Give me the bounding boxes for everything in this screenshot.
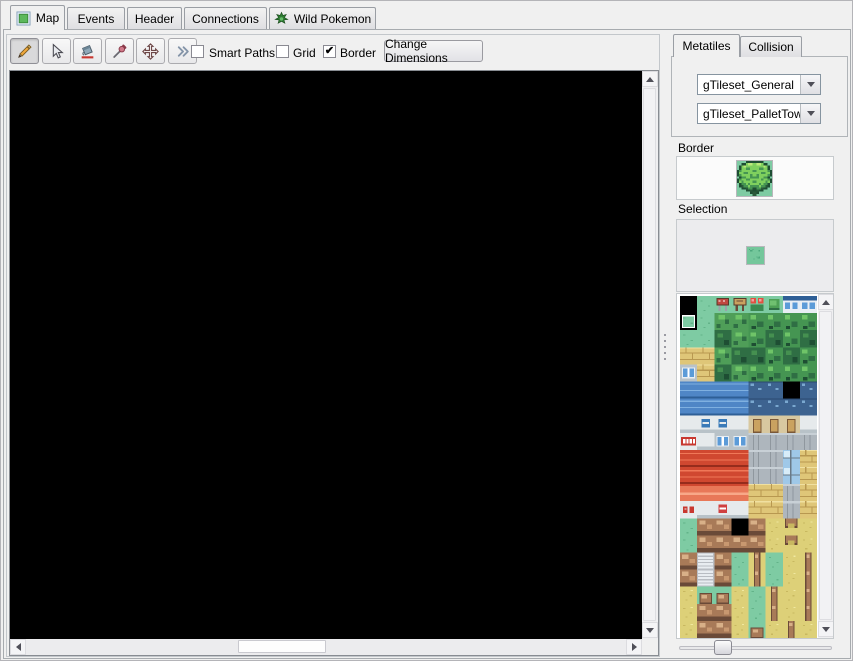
scroll-right-icon bbox=[632, 643, 637, 651]
tileset-scroll-down-button[interactable] bbox=[818, 621, 834, 637]
tileset-canvas[interactable] bbox=[680, 296, 817, 638]
pencil-tool-button[interactable] bbox=[10, 38, 39, 64]
selection-section-label: Selection bbox=[678, 202, 727, 216]
pointer-icon bbox=[48, 43, 65, 60]
border-checkbox[interactable]: ✔ bbox=[323, 45, 336, 58]
tileset-scroll-thumb[interactable] bbox=[819, 311, 832, 620]
scrollbar-corner bbox=[642, 639, 658, 655]
map-vertical-scrollbar[interactable] bbox=[642, 71, 658, 639]
chevron-down-icon bbox=[807, 111, 815, 116]
map-canvas[interactable] bbox=[10, 71, 642, 639]
smart-paths-checkbox[interactable] bbox=[191, 45, 204, 58]
tileset-scrollbar[interactable] bbox=[818, 294, 834, 638]
map-scroll-left-button[interactable] bbox=[10, 639, 26, 655]
eyedropper-tool-button[interactable] bbox=[105, 38, 134, 64]
border-preview-frame bbox=[676, 156, 834, 200]
tab-header-label: Header bbox=[135, 12, 174, 26]
dropdown-arrow-button[interactable] bbox=[800, 104, 820, 123]
primary-tileset-value: gTileset_General bbox=[698, 78, 800, 92]
move-icon bbox=[142, 43, 159, 60]
shift-icon bbox=[174, 43, 191, 60]
selection-tile-preview bbox=[746, 246, 765, 265]
map-hscroll-thumb[interactable] bbox=[238, 640, 326, 653]
tab-collision[interactable]: Collision bbox=[740, 36, 802, 57]
tab-map[interactable]: Map bbox=[10, 5, 65, 30]
map-vscroll-thumb[interactable] bbox=[643, 88, 656, 621]
tab-connections-label: Connections bbox=[192, 12, 259, 26]
grid-label: Grid bbox=[293, 46, 316, 60]
bucket-fill-icon bbox=[79, 43, 96, 60]
dropdown-arrow-button[interactable] bbox=[800, 75, 820, 94]
selection-preview-frame bbox=[676, 219, 834, 292]
scroll-down-icon bbox=[646, 628, 654, 633]
tab-map-label: Map bbox=[36, 11, 59, 25]
move-tool-button[interactable] bbox=[136, 38, 165, 64]
app-window: Map Events Header Connections Wild Pokem… bbox=[0, 0, 853, 661]
map-horizontal-scrollbar[interactable] bbox=[10, 639, 642, 655]
border-tile-preview bbox=[736, 160, 773, 197]
scroll-up-icon bbox=[646, 77, 654, 82]
tab-wild-pokemon[interactable]: Wild Pokemon bbox=[269, 7, 376, 29]
tab-connections[interactable]: Connections bbox=[184, 7, 267, 29]
tab-events[interactable]: Events bbox=[67, 7, 125, 29]
tab-metatiles-label: Metatiles bbox=[682, 39, 730, 53]
change-dimensions-label: Change Dimensions bbox=[385, 37, 482, 65]
tab-header[interactable]: Header bbox=[127, 7, 182, 29]
change-dimensions-button[interactable]: Change Dimensions bbox=[384, 40, 483, 62]
scroll-down-icon bbox=[822, 627, 830, 632]
tileset-picker-frame bbox=[676, 293, 834, 639]
tab-collision-label: Collision bbox=[748, 40, 793, 54]
wild-grass-icon bbox=[274, 11, 289, 26]
tab-metatiles[interactable]: Metatiles bbox=[673, 34, 740, 57]
tab-events-label: Events bbox=[78, 12, 115, 26]
tileset-zoom-slider-handle[interactable] bbox=[714, 640, 732, 655]
check-icon: ✔ bbox=[325, 46, 334, 57]
tileset-zoom-slider-track[interactable] bbox=[679, 646, 832, 650]
tab-wild-pokemon-label: Wild Pokemon bbox=[294, 12, 371, 26]
tileset-selectors-frame bbox=[671, 56, 848, 137]
secondary-tileset-dropdown[interactable]: gTileset_PalletTown bbox=[697, 103, 821, 124]
map-scroll-area bbox=[9, 70, 659, 656]
smart-paths-label: Smart Paths bbox=[209, 46, 275, 60]
splitter[interactable] bbox=[661, 34, 669, 654]
grid-checkbox[interactable] bbox=[276, 45, 289, 58]
pointer-tool-button[interactable] bbox=[42, 38, 71, 64]
map-icon bbox=[16, 11, 31, 26]
border-checkbox-label: Border bbox=[340, 46, 376, 60]
primary-tileset-dropdown[interactable]: gTileset_General bbox=[697, 74, 821, 95]
pencil-icon bbox=[16, 43, 33, 60]
border-section-label: Border bbox=[678, 141, 714, 155]
map-scroll-up-button[interactable] bbox=[642, 71, 658, 87]
bucket-fill-tool-button[interactable] bbox=[73, 38, 102, 64]
chevron-down-icon bbox=[807, 82, 815, 87]
secondary-tileset-value: gTileset_PalletTown bbox=[698, 107, 800, 121]
map-scroll-right-button[interactable] bbox=[626, 639, 642, 655]
map-scroll-down-button[interactable] bbox=[642, 622, 658, 638]
tileset-scroll-up-button[interactable] bbox=[818, 294, 834, 310]
eyedropper-icon bbox=[111, 43, 128, 60]
scroll-left-icon bbox=[16, 643, 21, 651]
scroll-up-icon bbox=[822, 300, 830, 305]
